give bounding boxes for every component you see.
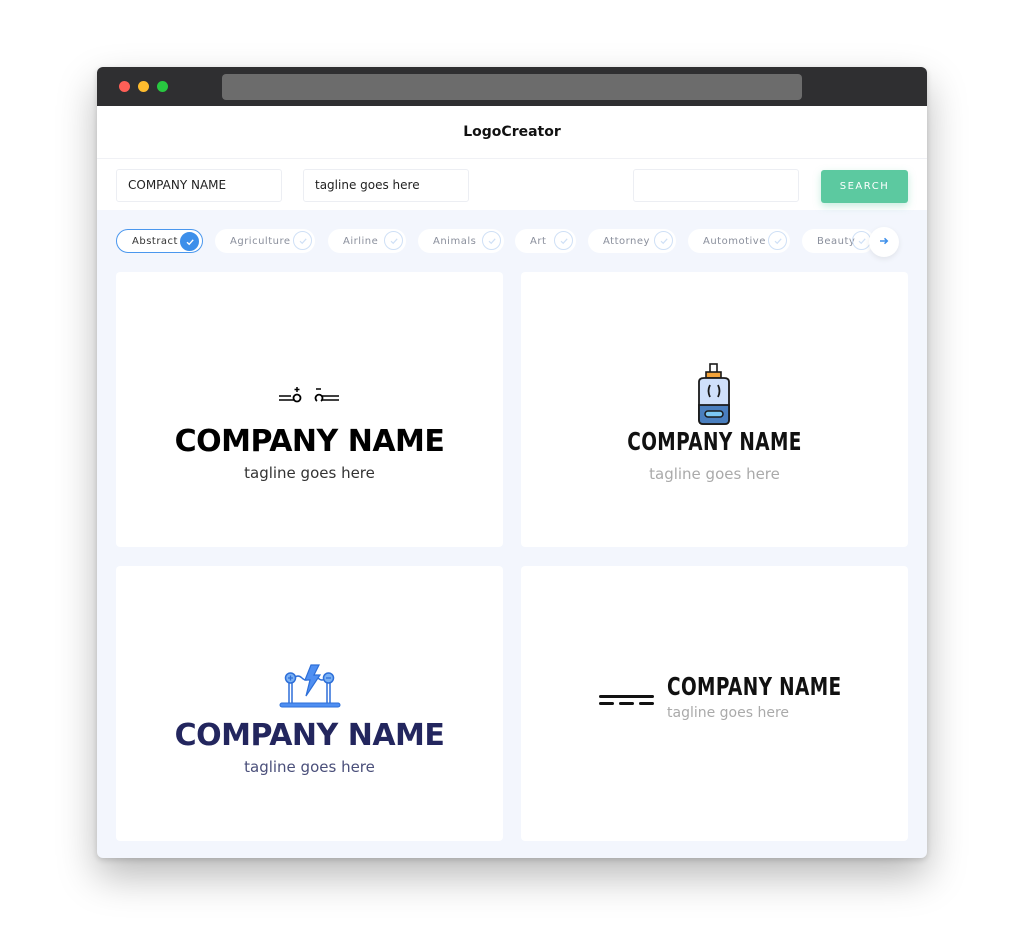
category-chip-label: Automotive bbox=[703, 235, 766, 247]
logo-tagline: tagline goes here bbox=[649, 465, 780, 483]
category-chip-agriculture[interactable]: Agriculture bbox=[215, 229, 315, 253]
logo-card[interactable]: COMPANY NAME tagline goes here bbox=[521, 272, 908, 547]
logo-company-name: COMPANY NAME bbox=[174, 718, 445, 753]
check-icon bbox=[654, 231, 673, 250]
search-input[interactable] bbox=[633, 169, 799, 202]
category-chip-label: Beauty bbox=[817, 235, 856, 247]
category-chip-label: Airline bbox=[343, 235, 379, 247]
arrow-right-icon bbox=[879, 235, 889, 249]
logo-company-name: COMPANY NAME bbox=[667, 672, 842, 701]
app-title: LogoCreator bbox=[463, 124, 561, 140]
logo-text-block: COMPANY NAME tagline goes here bbox=[667, 672, 847, 721]
logo-tagline: tagline goes here bbox=[667, 705, 790, 721]
logo-toolbar: COMPANY NAME tagline goes here SEARCH bbox=[97, 158, 927, 210]
category-chip-automotive[interactable]: Automotive bbox=[688, 229, 790, 253]
search-button[interactable]: SEARCH bbox=[821, 170, 908, 203]
tagline-input[interactable]: tagline goes here bbox=[303, 169, 469, 202]
direct-current-symbol-icon bbox=[599, 695, 654, 705]
check-icon bbox=[482, 231, 501, 250]
battery-meter-icon bbox=[698, 363, 730, 425]
company-name-input[interactable]: COMPANY NAME bbox=[116, 169, 282, 202]
category-chip-label: Attorney bbox=[603, 235, 650, 247]
category-chip-label: Abstract bbox=[132, 235, 178, 247]
logo-company-name: COMPANY NAME bbox=[174, 424, 445, 459]
check-icon bbox=[768, 231, 787, 250]
next-categories-button[interactable] bbox=[869, 227, 899, 257]
category-chip-label: Animals bbox=[433, 235, 477, 247]
category-chip-label: Agriculture bbox=[230, 235, 291, 247]
close-window-button[interactable] bbox=[119, 81, 130, 92]
logo-card[interactable]: COMPANY NAME tagline goes here bbox=[116, 272, 503, 547]
browser-window: LogoCreator COMPANY NAME tagline goes he… bbox=[97, 67, 927, 858]
category-filter-bar: Abstract Agriculture Airline Animals Art… bbox=[97, 210, 927, 272]
browser-titlebar bbox=[97, 67, 927, 106]
maximize-window-button[interactable] bbox=[157, 81, 168, 92]
category-chip-airline[interactable]: Airline bbox=[328, 229, 406, 253]
logo-card[interactable]: COMPANY NAME tagline goes here bbox=[116, 566, 503, 841]
category-chip-label: Art bbox=[530, 235, 547, 247]
logo-company-name: COMPANY NAME bbox=[627, 427, 802, 456]
category-chip-attorney[interactable]: Attorney bbox=[588, 229, 676, 253]
minimize-window-button[interactable] bbox=[138, 81, 149, 92]
category-chip-art[interactable]: Art bbox=[515, 229, 576, 253]
electric-circuit-lightning-icon bbox=[279, 664, 341, 708]
logo-tagline: tagline goes here bbox=[244, 758, 375, 776]
check-icon bbox=[293, 231, 312, 250]
category-chip-beauty[interactable]: Beauty bbox=[802, 229, 874, 253]
check-icon bbox=[384, 231, 403, 250]
category-chip-abstract[interactable]: Abstract bbox=[116, 229, 203, 253]
check-icon bbox=[554, 231, 573, 250]
address-bar[interactable] bbox=[222, 74, 802, 100]
logo-tagline: tagline goes here bbox=[244, 464, 375, 482]
category-chip-animals[interactable]: Animals bbox=[418, 229, 504, 253]
logo-card[interactable]: COMPANY NAME tagline goes here bbox=[521, 566, 908, 841]
app-header: LogoCreator bbox=[97, 106, 927, 158]
check-icon bbox=[180, 232, 199, 251]
electric-terminals-icon bbox=[279, 387, 339, 403]
